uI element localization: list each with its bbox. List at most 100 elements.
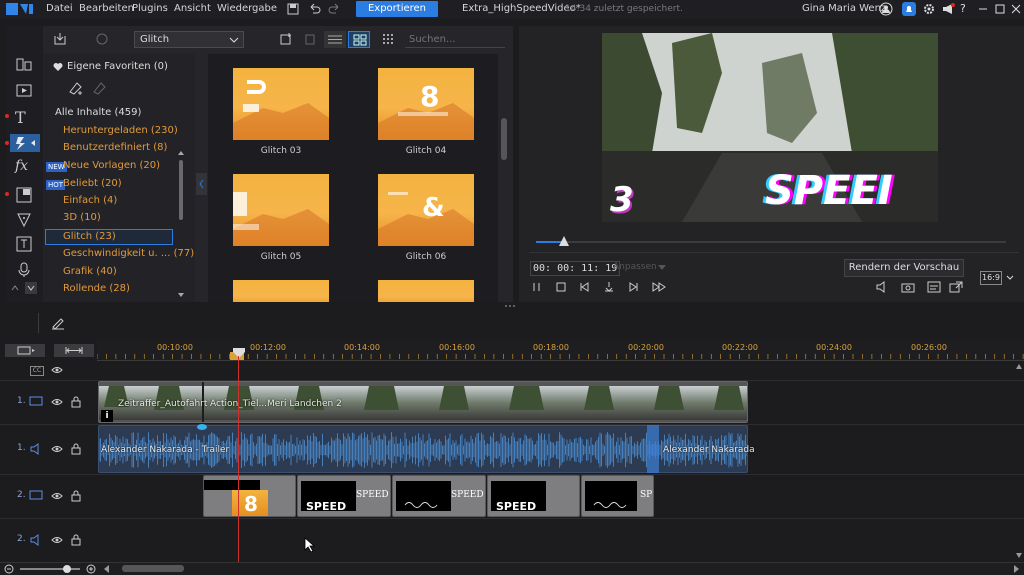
template-thumbnail[interactable]: 8 (378, 68, 474, 140)
save-icon[interactable] (286, 2, 300, 16)
new-folder-icon[interactable] (279, 32, 293, 46)
collapse-panel-button[interactable] (196, 173, 207, 195)
preview-seekbar[interactable] (536, 241, 1006, 243)
search-input[interactable] (405, 31, 505, 48)
zoom-slider[interactable] (20, 568, 80, 570)
list-view-icon[interactable] (324, 31, 346, 48)
particle-room-icon[interactable] (15, 210, 33, 228)
fit-timeline-button[interactable] (54, 344, 94, 357)
seek-handle[interactable] (559, 236, 570, 246)
split-frame-icon[interactable] (603, 281, 615, 293)
category-item[interactable]: Glitch (23) (63, 231, 116, 242)
title-clip[interactable]: SPEED (392, 475, 486, 517)
playhead-line[interactable] (238, 356, 239, 562)
category-scrollbar[interactable] (177, 150, 185, 300)
lock-icon[interactable] (70, 443, 82, 455)
help-icon[interactable]: ? (960, 2, 974, 16)
add-tag-icon[interactable] (67, 80, 85, 96)
account-icon[interactable] (879, 2, 893, 16)
template-scrollbar[interactable] (501, 118, 507, 160)
settings-icon[interactable] (922, 2, 936, 16)
favorites-label[interactable]: Eigene Favoriten (0) (67, 61, 168, 72)
subtitles-icon[interactable] (927, 281, 941, 293)
grid-view-icon[interactable] (348, 31, 370, 48)
expand-down-icon[interactable] (25, 282, 37, 294)
snapshot-icon[interactable] (901, 281, 915, 293)
plugin-icon[interactable] (95, 32, 109, 46)
title-clip[interactable]: SPEED SPEED (297, 475, 391, 517)
audio-selection[interactable] (647, 425, 659, 473)
notification-icon[interactable] (902, 2, 916, 16)
pip-room-icon[interactable] (15, 186, 33, 204)
category-item[interactable]: Benutzerdefiniert (8) (63, 142, 167, 153)
minimize-icon[interactable] (976, 2, 990, 16)
transition-room-icon[interactable] (10, 134, 40, 152)
template-room-icon[interactable] (15, 82, 33, 100)
track-header-toggle-icon[interactable]: CC (30, 366, 44, 376)
category-item[interactable]: Heruntergeladen (230) (63, 125, 178, 136)
maximize-icon[interactable] (993, 2, 1007, 16)
zoom-in-icon[interactable] (86, 564, 96, 574)
zoom-out-icon[interactable] (4, 564, 14, 574)
all-content-label[interactable]: Alle Inhalte (459) (55, 107, 141, 118)
scroll-left-icon[interactable] (103, 565, 111, 573)
keyframe-marker[interactable] (197, 423, 207, 431)
fast-forward-icon[interactable] (651, 281, 667, 293)
eye-icon[interactable] (51, 444, 63, 454)
small-grid-icon[interactable] (381, 32, 395, 46)
category-item[interactable]: Geschwindigkeit u. ... (77) (63, 248, 194, 259)
category-item[interactable]: Einfach (4) (63, 195, 117, 206)
edit-tool-icon[interactable] (50, 316, 66, 330)
timeline-scrollbar[interactable] (122, 565, 184, 572)
stop-icon[interactable] (555, 281, 567, 293)
next-frame-icon[interactable] (627, 281, 639, 293)
aspect-ratio-button[interactable]: 16:9 (980, 271, 1002, 285)
import-icon[interactable] (53, 32, 67, 46)
template-thumbnail[interactable] (378, 280, 474, 302)
redo-icon[interactable] (328, 2, 342, 16)
volume-icon[interactable] (875, 281, 889, 293)
category-item[interactable]: Grafik (40) (63, 266, 117, 277)
template-thumbnail[interactable] (233, 174, 329, 246)
filter-select[interactable]: Glitch (134, 31, 244, 48)
title-clip[interactable]: SP (581, 475, 654, 517)
category-item[interactable]: Neue Vorlagen (20) (63, 160, 160, 171)
eye-icon[interactable] (51, 365, 63, 375)
track-manager-button[interactable] (5, 344, 45, 357)
eye-icon[interactable] (51, 491, 63, 501)
timecode-display[interactable]: 00: 00: 11: 19 (530, 261, 621, 276)
menu-playback[interactable]: Wiedergabe (217, 3, 277, 14)
close-icon[interactable] (1009, 2, 1023, 16)
title-clip[interactable]: 8 (203, 475, 296, 517)
category-item[interactable]: 3D (10) (63, 212, 101, 223)
info-icon[interactable]: i (101, 410, 113, 422)
menu-view[interactable]: Ansicht (174, 3, 211, 14)
lock-icon[interactable] (70, 396, 82, 408)
undock-icon[interactable] (949, 281, 963, 293)
media-room-icon[interactable] (15, 56, 33, 74)
vertical-scrollbar[interactable] (1016, 363, 1022, 559)
expand-up-icon[interactable] (9, 282, 21, 294)
chevron-down-icon[interactable] (1006, 275, 1014, 281)
announcement-icon[interactable] (941, 2, 955, 16)
menu-plugins[interactable]: Plugins (132, 3, 168, 14)
copy-icon[interactable] (303, 32, 317, 46)
effect-room-icon[interactable]: fx (15, 158, 33, 176)
chapter-room-icon[interactable] (15, 235, 33, 253)
menu-file[interactable]: Datei (46, 3, 73, 14)
menu-edit[interactable]: Bearbeiten (79, 3, 134, 14)
template-thumbnail[interactable] (233, 280, 329, 302)
lock-icon[interactable] (70, 490, 82, 502)
category-item[interactable]: Rollende (28) (63, 283, 130, 294)
resize-handle[interactable] (503, 304, 519, 308)
fit-dropdown[interactable]: Anpassen (613, 262, 657, 272)
render-preview-button[interactable]: Rendern der Vorschau (844, 259, 964, 277)
zoom-slider-handle[interactable] (63, 565, 71, 573)
pause-icon[interactable] (531, 281, 543, 293)
lock-icon[interactable] (70, 534, 82, 546)
title-room-icon[interactable]: T (15, 108, 33, 127)
remove-tag-icon[interactable] (91, 80, 109, 96)
playhead-handle[interactable] (233, 348, 245, 358)
template-thumbnail[interactable] (233, 68, 329, 140)
microphone-icon[interactable] (15, 261, 33, 279)
